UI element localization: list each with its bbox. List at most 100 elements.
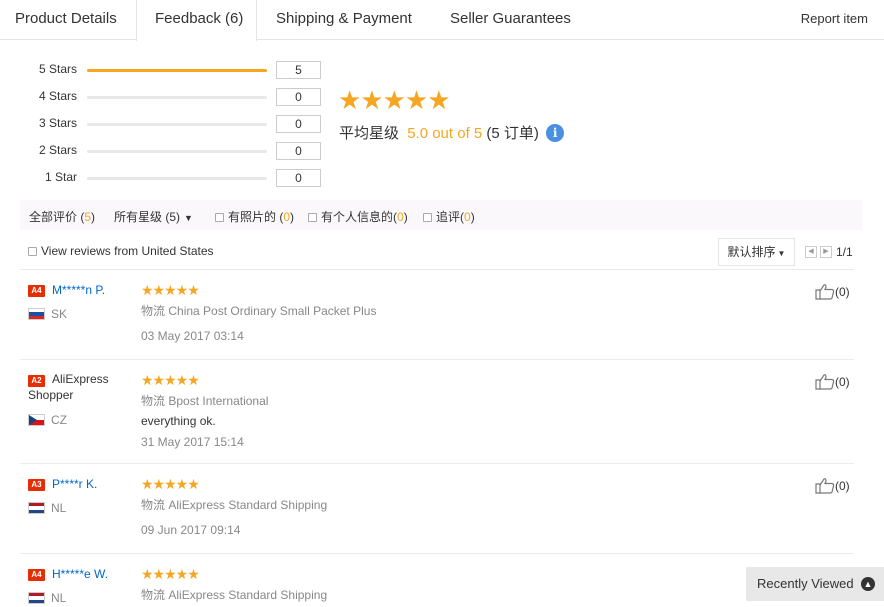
report-item-link[interactable]: Report item	[801, 0, 868, 38]
histogram-count: 0	[276, 169, 321, 187]
filter-personal-label: 有个人信息的(	[321, 210, 397, 224]
reviewer-country: SK	[51, 307, 68, 321]
review-stars: ★★★★★	[141, 476, 200, 492]
filter-followup-close: )	[470, 210, 475, 224]
review-stars: ★★★★★	[141, 282, 200, 298]
histogram-row[interactable]: 5 Stars 5	[0, 60, 330, 80]
country-flag-icon	[28, 414, 45, 426]
chevron-down-icon: ▼	[777, 249, 786, 258]
filter-all-close: )	[91, 210, 96, 224]
filter-personal-count: 0	[397, 210, 404, 224]
reviewer-name[interactable]: H*****e W.	[52, 567, 108, 581]
reviewer-country: NL	[51, 501, 67, 515]
review-stars: ★★★★★	[141, 372, 200, 388]
histogram-bar	[87, 69, 267, 72]
histogram-count: 0	[276, 88, 321, 106]
shipping-method: AliExpress Standard Shipping	[168, 588, 328, 602]
divider	[20, 553, 854, 554]
helpful-button[interactable]: (0)	[815, 373, 850, 390]
info-icon[interactable]: i	[546, 124, 565, 142]
sort-dropdown[interactable]: 默认排序 ▼	[718, 238, 795, 266]
review-stars: ★★★★★	[141, 566, 200, 582]
helpful-button[interactable]: (0)	[815, 477, 850, 494]
view-us-checkbox[interactable]	[28, 247, 37, 256]
helpful-count: (0)	[835, 375, 850, 389]
helpful-count: (0)	[835, 285, 850, 299]
country-flag-icon	[28, 502, 45, 514]
tab-shipping-payment[interactable]: Shipping & Payment	[276, 0, 412, 40]
histogram-bar	[87, 150, 267, 153]
histogram-row[interactable]: 2 Stars 0	[0, 141, 330, 161]
histogram-count: 5	[276, 61, 321, 79]
thumbs-up-icon	[815, 374, 835, 390]
histogram-label: 5 Stars	[39, 62, 78, 76]
next-page-button[interactable]: ▶	[820, 246, 832, 258]
review-shipping: 物流 AliExpress Standard Shipping	[141, 586, 327, 603]
pagination-text: 1/1	[836, 245, 853, 259]
histogram-bar-fill	[87, 69, 267, 72]
view-us-reviews-toggle[interactable]: View reviews from United States	[28, 244, 214, 258]
shipping-label: 物流	[141, 498, 166, 512]
reviewer-country: NL	[51, 591, 67, 605]
filter-with-photos[interactable]: 有照片的 (0)	[215, 208, 294, 225]
sort-label: 默认排序	[727, 245, 776, 259]
filter-followup-count: 0	[464, 210, 471, 224]
average-score: 5.0 out of 5	[407, 125, 483, 142]
average-orders: (5 订单)	[486, 125, 539, 142]
histogram-bar	[87, 177, 267, 180]
average-label: 平均星级	[339, 125, 400, 142]
photos-checkbox[interactable]	[215, 213, 224, 222]
histogram-label: 1 Star	[45, 170, 78, 184]
tab-seller-guarantees[interactable]: Seller Guarantees	[450, 0, 571, 40]
helpful-count: (0)	[835, 479, 850, 493]
country-flag-icon	[28, 592, 45, 604]
filter-personal-info[interactable]: 有个人信息的(0)	[308, 208, 408, 225]
shipping-method: Bpost International	[168, 394, 269, 408]
recently-viewed-button[interactable]: Recently Viewed ▲	[746, 567, 884, 601]
reviewer-name[interactable]: M*****n P.	[52, 283, 105, 297]
divider	[20, 359, 854, 360]
reviewer-name[interactable]: P****r K.	[52, 477, 97, 491]
histogram-label: 2 Stars	[39, 143, 78, 157]
shipping-method: AliExpress Standard Shipping	[168, 498, 328, 512]
buyer-level-badge: A4	[28, 285, 45, 297]
divider	[20, 463, 854, 464]
shipping-method: China Post Ordinary Small Packet Plus	[168, 304, 377, 318]
histogram-count: 0	[276, 115, 321, 133]
shipping-label: 物流	[141, 304, 166, 318]
filter-followup-label: 追评(	[436, 210, 464, 224]
view-us-label: View reviews from United States	[41, 244, 214, 258]
histogram-row[interactable]: 3 Stars 0	[0, 114, 330, 134]
filter-bar: 全部评价 (5) 所有星级 (5) ▼ 有照片的 (0) 有个人信息的(0) 追评…	[20, 200, 862, 230]
tab-product-details[interactable]: Product Details	[15, 0, 117, 40]
country-flag-icon	[28, 308, 45, 320]
helpful-button[interactable]: (0)	[815, 283, 850, 300]
personal-info-checkbox[interactable]	[308, 213, 317, 222]
average-rating: 平均星级 5.0 out of 5 (5 订单) i	[339, 122, 565, 143]
histogram-row[interactable]: 4 Stars 0	[0, 87, 330, 107]
filter-follow-up[interactable]: 追评(0)	[423, 208, 475, 225]
filter-all-label: 全部评价 (	[29, 210, 85, 224]
review-date: 09 Jun 2017 09:14	[141, 523, 241, 537]
filter-star-select-label: 所有星级 (5)	[114, 210, 181, 224]
follow-up-checkbox[interactable]	[423, 213, 432, 222]
buyer-level-badge: A4	[28, 569, 45, 581]
histogram-label: 3 Stars	[39, 116, 78, 130]
filter-all-reviews[interactable]: 全部评价 (5)	[29, 208, 95, 225]
shipping-label: 物流	[141, 588, 166, 602]
histogram-row[interactable]: 1 Star 0	[0, 168, 330, 188]
tab-bar: Product Details Feedback (6) Shipping & …	[0, 0, 884, 41]
review-text: everything ok.	[141, 414, 216, 428]
buyer-level-badge: A3	[28, 479, 45, 491]
divider	[20, 269, 854, 270]
review-date: 03 May 2017 03:14	[141, 329, 244, 343]
filter-star-select[interactable]: 所有星级 (5) ▼	[114, 208, 193, 225]
shipping-label: 物流	[141, 394, 166, 408]
histogram-bar	[87, 123, 267, 126]
thumbs-up-icon	[815, 478, 835, 494]
tab-feedback[interactable]: Feedback (6)	[136, 0, 257, 41]
filter-photos-label: 有照片的 (	[228, 210, 284, 224]
prev-page-button[interactable]: ◀	[805, 246, 817, 258]
review-date: 31 May 2017 15:14	[141, 435, 244, 449]
review-shipping: 物流 Bpost International	[141, 392, 268, 409]
